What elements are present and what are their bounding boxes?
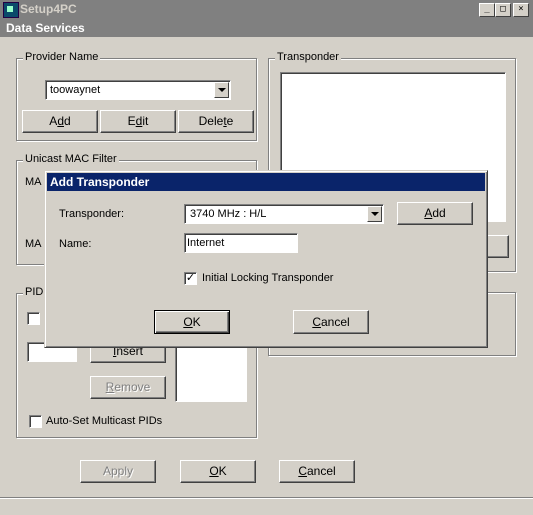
provider-combobox[interactable]: toowaynet [45,80,231,100]
chevron-down-icon[interactable] [367,206,382,222]
page-title: Data Services [6,21,85,35]
mac-label-1: MA [25,176,42,188]
initial-locking-checkbox[interactable]: ✓ [184,272,197,285]
name-input[interactable]: Internet [184,233,298,253]
title-bar[interactable]: Setup4PC _ □ × [0,0,533,19]
provider-legend: Provider Name [23,51,101,63]
provider-edit-button[interactable]: Edit [100,110,176,133]
remove-button[interactable]: Remove [90,376,166,399]
window-title: Setup4PC [20,2,77,16]
close-button[interactable]: × [513,3,529,17]
dialog-add-button[interactable]: Add [397,202,473,225]
transponder-combobox[interactable]: 3740 MHz : H/L [184,204,384,224]
provider-selected-value: toowaynet [50,84,101,96]
provider-add-button[interactable]: Add [22,110,98,133]
cancel-button[interactable]: Cancel [279,460,355,483]
provider-delete-button[interactable]: Delete [178,110,254,133]
bottom-divider-highlight [0,498,533,499]
dialog-ok-button[interactable]: OK [154,310,230,334]
initial-locking-label: Initial Locking Transponder [202,272,334,284]
pid-list[interactable] [175,342,247,402]
dialog-title-bar[interactable]: Add Transponder [47,173,485,191]
mac-label-2: MA [25,238,42,250]
name-input-value: Internet [187,237,225,249]
pid-checkbox[interactable] [27,312,40,325]
auto-set-label: Auto-Set Multicast PIDs [46,415,163,427]
dialog-title: Add Transponder [50,175,150,189]
maximize-button[interactable]: □ [495,3,511,17]
unicast-legend: Unicast MAC Filter [23,153,119,165]
add-transponder-dialog: Add Transponder Transponder: 3740 MHz : … [44,170,488,348]
transponder-legend: Transponder [275,51,341,63]
page-header: Data Services [0,19,533,37]
minimize-button[interactable]: _ [479,3,495,17]
pid-legend: PID [23,286,46,298]
auto-set-checkbox[interactable] [29,415,42,428]
check-icon: ✓ [185,272,196,284]
transponder-selected-value: 3740 MHz : H/L [190,208,267,220]
ok-button[interactable]: OK [180,460,256,483]
transponder-side-button[interactable] [486,235,509,258]
name-label: Name: [59,238,92,250]
app-icon [3,2,19,18]
dialog-cancel-button[interactable]: Cancel [293,310,369,334]
chevron-down-icon[interactable] [214,82,229,98]
apply-button[interactable]: Apply [80,460,156,483]
transponder-label: Transponder: [59,208,125,220]
